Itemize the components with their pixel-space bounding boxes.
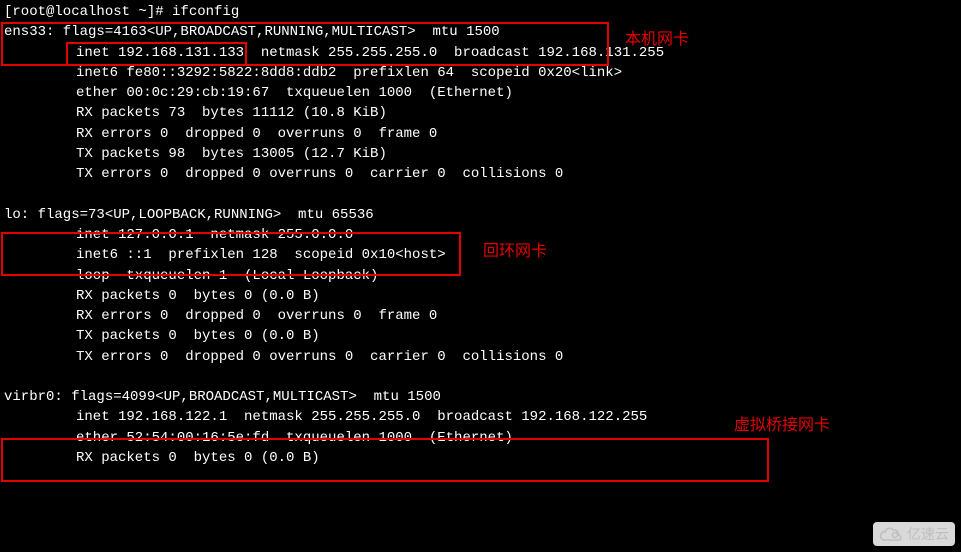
lo-header: lo: flags=73<UP,LOOPBACK,RUNNING> mtu 65… — [4, 205, 957, 225]
lo-inet6: inet6 ::1 prefixlen 128 scopeid 0x10<hos… — [4, 245, 957, 265]
lo-rx-packets: RX packets 0 bytes 0 (0.0 B) — [4, 286, 957, 306]
watermark: 亿速云 — [873, 522, 955, 546]
lo-inet: inet 127.0.0.1 netmask 255.0.0.0 — [4, 225, 957, 245]
lo-rx-errors: RX errors 0 dropped 0 overruns 0 frame 0 — [4, 306, 957, 326]
ens33-rx-errors: RX errors 0 dropped 0 overruns 0 frame 0 — [4, 124, 957, 144]
blank-line — [4, 185, 957, 205]
virbr0-header: virbr0: flags=4099<UP,BROADCAST,MULTICAS… — [4, 387, 957, 407]
lo-loop: loop txqueuelen 1 (Local Loopback) — [4, 266, 957, 286]
ens33-header: ens33: flags=4163<UP,BROADCAST,RUNNING,M… — [4, 22, 957, 42]
virbr0-rx-packets: RX packets 0 bytes 0 (0.0 B) — [4, 448, 957, 468]
ens33-inet: inet 192.168.131.133 netmask 255.255.255… — [4, 43, 957, 63]
terminal-prompt: [root@localhost ~]# ifconfig — [4, 2, 957, 22]
ens33-ether: ether 00:0c:29:cb:19:67 txqueuelen 1000 … — [4, 83, 957, 103]
ens33-tx-packets: TX packets 98 bytes 13005 (12.7 KiB) — [4, 144, 957, 164]
lo-tx-packets: TX packets 0 bytes 0 (0.0 B) — [4, 326, 957, 346]
lo-tx-errors: TX errors 0 dropped 0 overruns 0 carrier… — [4, 347, 957, 367]
ens33-tx-errors: TX errors 0 dropped 0 overruns 0 carrier… — [4, 164, 957, 184]
blank-line — [4, 367, 957, 387]
ens33-rx-packets: RX packets 73 bytes 11112 (10.8 KiB) — [4, 103, 957, 123]
watermark-text: 亿速云 — [907, 524, 949, 544]
annotation-host-nic: 本机网卡 — [625, 28, 689, 51]
cloud-icon — [879, 526, 903, 542]
annotation-loopback-nic: 回环网卡 — [483, 240, 547, 263]
ens33-inet6: inet6 fe80::3292:5822:8dd8:ddb2 prefixle… — [4, 63, 957, 83]
annotation-virtual-bridge-nic: 虚拟桥接网卡 — [734, 414, 830, 437]
